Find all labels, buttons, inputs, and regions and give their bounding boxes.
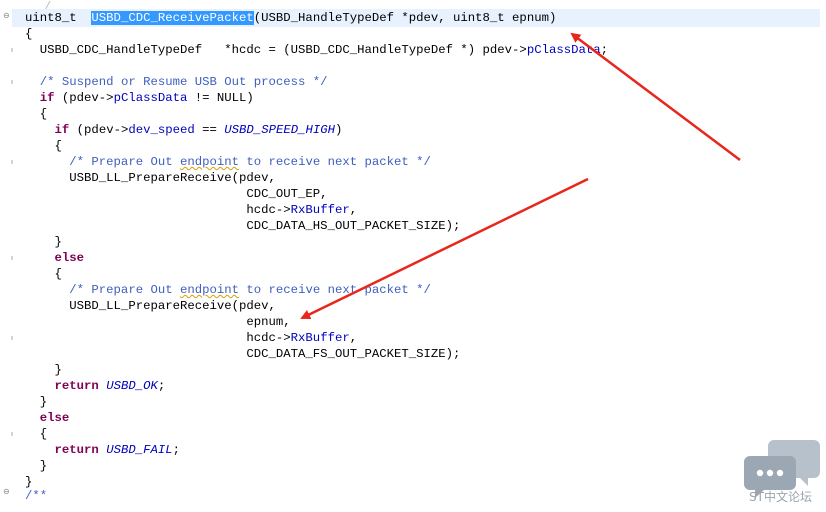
annotation-arrow-epnum	[300, 177, 589, 320]
annotation-arrow-signature	[570, 32, 741, 161]
annotation-arrows	[300, 32, 741, 320]
watermark-text: ST中文论坛	[749, 490, 812, 504]
